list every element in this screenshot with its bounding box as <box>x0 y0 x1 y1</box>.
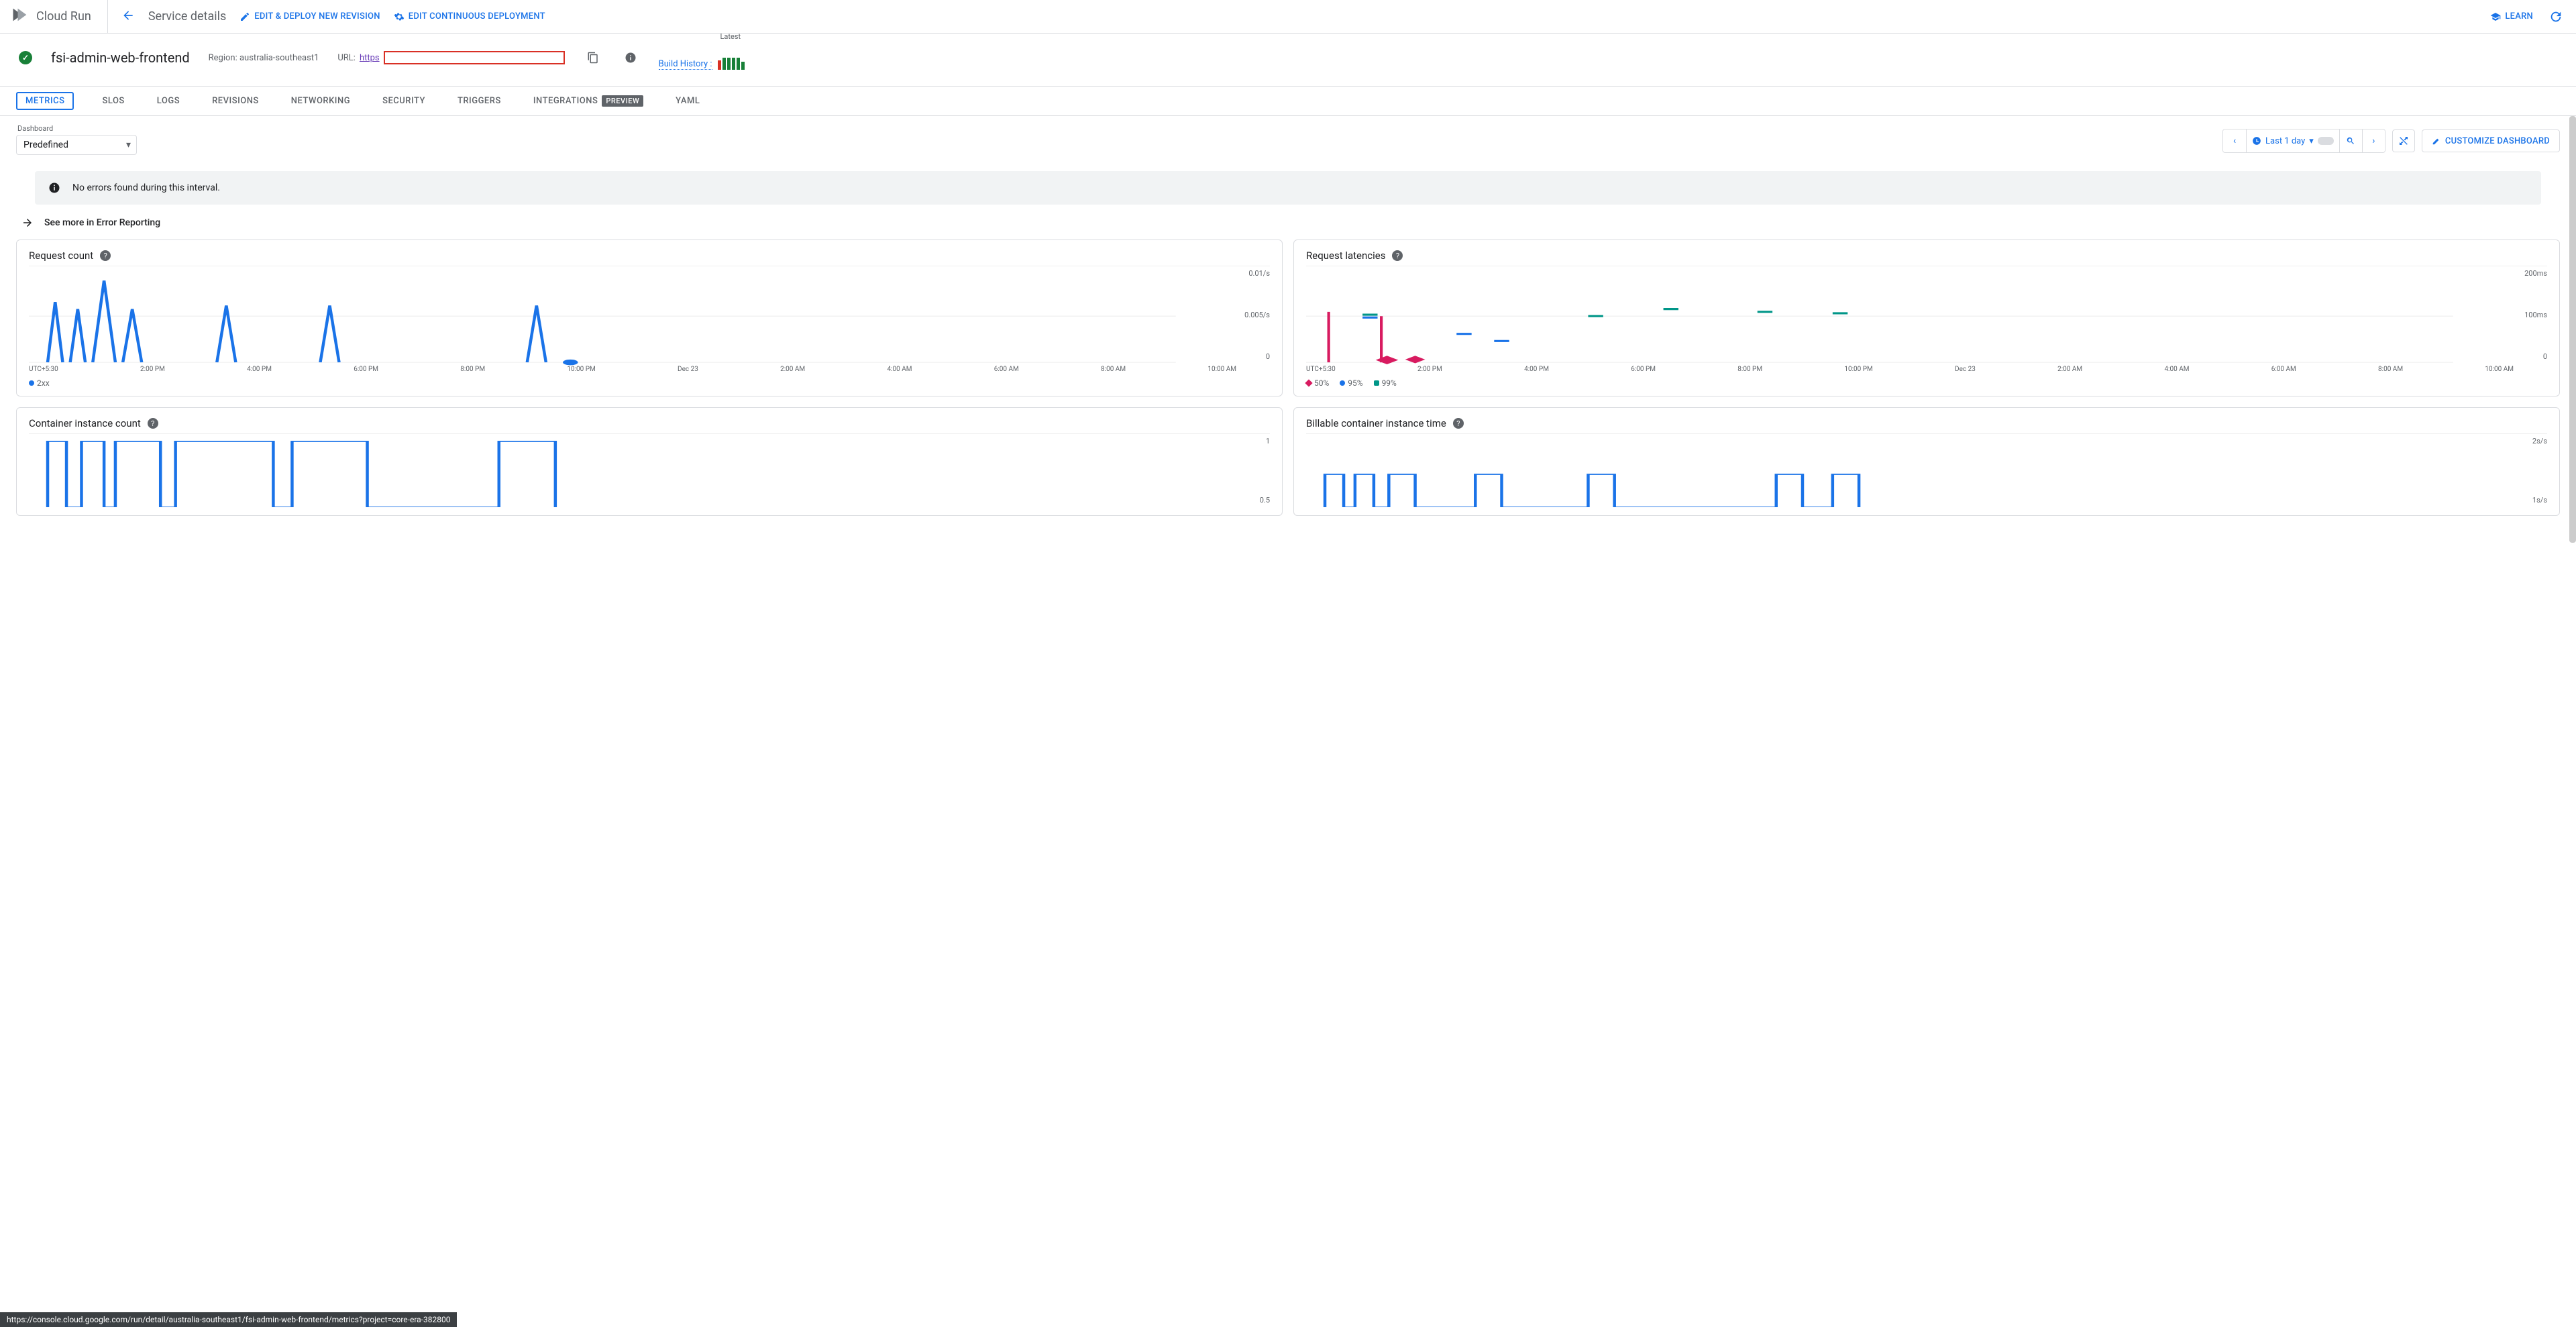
copy-icon <box>587 52 599 64</box>
info-icon <box>625 52 637 64</box>
auto-refresh-toggle[interactable] <box>2318 137 2334 145</box>
help-icon[interactable]: ? <box>148 418 158 429</box>
build-history[interactable]: Build History : Latest <box>659 46 745 70</box>
top-toolbar: Cloud Run Service details EDIT & DEPLOY … <box>0 0 2576 34</box>
chart-card-request-count: Request count? 0.01/s0.005/s0 <box>16 240 1283 396</box>
chart-body[interactable]: 0.01/s0.005/s0 <box>29 266 1270 373</box>
browser-status-bar: https://console.cloud.google.com/run/det… <box>0 1312 457 1327</box>
chart-title: Billable container instance time <box>1306 417 1446 429</box>
tab-revisions[interactable]: REVISIONS <box>208 93 263 109</box>
refresh-button[interactable] <box>2546 7 2565 26</box>
redacted-url <box>384 51 565 64</box>
chart-legend: 50% 95% 99% <box>1306 378 2547 388</box>
error-reporting-link[interactable]: See more in Error Reporting <box>21 214 2560 240</box>
page-title: Service details <box>148 9 226 23</box>
copy-url-button[interactable] <box>584 48 602 67</box>
time-prev-button[interactable]: ‹ <box>2223 129 2246 152</box>
chart-card-billable-time: Billable container instance time? 2s/s1s… <box>1293 407 2560 516</box>
chart-title: Container instance count <box>29 417 141 429</box>
search-icon <box>2346 136 2355 146</box>
time-zoom-button[interactable] <box>2339 129 2362 152</box>
y-axis: 2s/s1s/s <box>2532 434 2547 507</box>
refresh-icon <box>2548 9 2563 24</box>
chart-legend: 2xx <box>29 378 1270 388</box>
chart-card-instance-count: Container instance count? 10.5 <box>16 407 1283 516</box>
help-icon[interactable]: ? <box>1453 418 1464 429</box>
gear-icon <box>394 11 405 22</box>
product-brand[interactable]: Cloud Run <box>11 0 108 33</box>
info-solid-icon <box>48 182 60 194</box>
scrollbar[interactable] <box>2569 116 2576 543</box>
edit-deploy-button[interactable]: EDIT & DEPLOY NEW REVISION <box>239 11 380 22</box>
edit-cd-button[interactable]: EDIT CONTINUOUS DEPLOYMENT <box>394 11 545 22</box>
chart-body[interactable]: 200ms100ms0 <box>1306 266 2547 373</box>
clock-icon <box>2252 136 2261 146</box>
dashboard-controls: Dashboard Predefined ▾ ‹ Last 1 day ▾ › <box>16 127 2560 155</box>
time-range-group: ‹ Last 1 day ▾ › <box>2222 129 2385 153</box>
y-axis: 0.01/s0.005/s0 <box>1244 266 1270 373</box>
preview-chip: PREVIEW <box>602 95 643 107</box>
chart-body[interactable]: 2s/s1s/s <box>1306 433 2547 507</box>
tab-yaml[interactable]: YAML <box>672 93 704 109</box>
chart-title: Request latencies <box>1306 250 1385 262</box>
y-axis: 200ms100ms0 <box>2524 266 2547 373</box>
tab-networking[interactable]: NETWORKING <box>287 93 354 109</box>
cloud-run-logo-icon <box>11 5 30 28</box>
x-axis: UTC+5:302:00 PM4:00 PM6:00 PM8:00 PM10:0… <box>1306 366 2514 373</box>
x-axis: UTC+5:302:00 PM4:00 PM6:00 PM8:00 PM10:0… <box>29 366 1236 373</box>
time-range-button[interactable]: Last 1 day ▾ <box>2246 129 2339 152</box>
build-sparkline <box>718 56 745 70</box>
product-name: Cloud Run <box>36 9 91 23</box>
service-name: fsi-admin-web-frontend <box>51 50 190 66</box>
charts-grid: Request count? 0.01/s0.005/s0 <box>16 240 2560 516</box>
chart-body[interactable]: 10.5 <box>29 433 1270 507</box>
back-button[interactable] <box>121 9 135 25</box>
chevron-down-icon: ▾ <box>126 140 131 150</box>
tab-bar: METRICS SLOS LOGS REVISIONS NETWORKING S… <box>0 87 2576 116</box>
service-url: URL: https <box>337 51 564 64</box>
y-axis: 10.5 <box>1260 434 1270 507</box>
dashboard-select-label: Dashboard <box>17 124 53 133</box>
zoom-reset-icon <box>2398 136 2409 146</box>
arrow-right-icon <box>21 217 34 229</box>
no-errors-banner: No errors found during this interval. <box>35 171 2541 205</box>
pencil-icon <box>2432 136 2441 146</box>
service-region: Region: australia-southeast1 <box>209 53 319 63</box>
tab-slos[interactable]: SLOS <box>98 93 128 109</box>
pencil-icon <box>239 11 250 22</box>
tab-logs[interactable]: LOGS <box>153 93 184 109</box>
help-icon[interactable]: ? <box>1392 250 1403 261</box>
chart-card-request-latencies: Request latencies? 200ms100ms0 <box>1293 240 2560 396</box>
chart-title: Request count <box>29 250 93 262</box>
time-next-button[interactable]: › <box>2362 129 2385 152</box>
info-button[interactable] <box>621 48 640 67</box>
content-area: Dashboard Predefined ▾ ‹ Last 1 day ▾ › <box>0 116 2576 543</box>
tab-security[interactable]: SECURITY <box>378 93 429 109</box>
customize-dashboard-button[interactable]: CUSTOMIZE DASHBOARD <box>2422 129 2560 152</box>
tab-integrations[interactable]: INTEGRATIONSPREVIEW <box>529 93 647 109</box>
help-icon[interactable]: ? <box>100 250 111 261</box>
graduation-cap-icon <box>2490 11 2501 22</box>
learn-button[interactable]: LEARN <box>2490 11 2533 22</box>
dashboard-select[interactable]: Predefined ▾ <box>16 135 137 155</box>
service-header: ✓ fsi-admin-web-frontend Region: austral… <box>0 34 2576 87</box>
service-url-link[interactable]: https <box>360 53 380 63</box>
tab-metrics[interactable]: METRICS <box>16 92 74 110</box>
status-ok-icon: ✓ <box>19 51 32 64</box>
reset-zoom-button[interactable] <box>2392 129 2415 152</box>
tab-triggers[interactable]: TRIGGERS <box>453 93 505 109</box>
